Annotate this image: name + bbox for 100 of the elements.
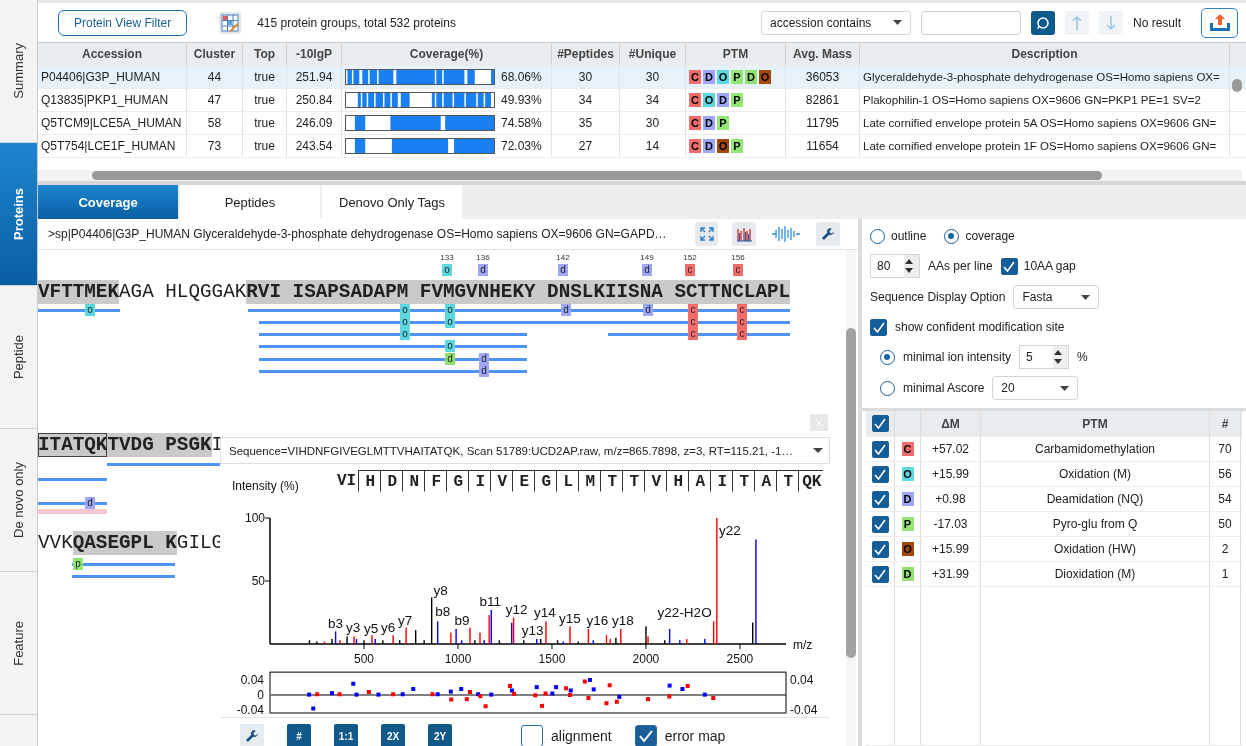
ion-label: y13 xyxy=(521,622,544,638)
column-header[interactable]: -10lgP xyxy=(287,43,342,65)
spectrum-icon[interactable] xyxy=(732,222,757,246)
checkbox[interactable] xyxy=(634,725,657,746)
modification-tag: c xyxy=(688,304,698,316)
radio-button[interactable] xyxy=(880,380,895,396)
checkbox[interactable] xyxy=(871,490,889,508)
grid-edit-icon[interactable] xyxy=(219,11,242,34)
table-cell: 50 xyxy=(1218,517,1232,531)
checkbox[interactable] xyxy=(871,565,889,583)
column-header[interactable]: #Peptides xyxy=(552,43,620,65)
residue-letter: V xyxy=(644,470,667,492)
checkbox[interactable] xyxy=(871,515,889,533)
export-button[interactable] xyxy=(1201,7,1238,38)
intensity-spinner[interactable]: 5 xyxy=(1019,345,1070,369)
checkbox[interactable] xyxy=(870,318,887,336)
settings-icon[interactable] xyxy=(816,222,840,246)
column-header[interactable]: #Unique xyxy=(620,43,686,65)
zoom-tool-button[interactable]: 2X xyxy=(381,724,405,746)
settings-icon[interactable] xyxy=(240,724,264,746)
side-tab[interactable]: De novo only xyxy=(0,429,37,572)
ptm-tag: D xyxy=(901,567,914,581)
scrollbar[interactable] xyxy=(846,250,856,746)
column-header[interactable]: ΔM xyxy=(921,411,981,436)
column-header[interactable]: Cluster xyxy=(187,43,243,65)
radio-button[interactable] xyxy=(880,349,895,365)
protein-row[interactable]: Q5TCM9|LCE5A_HUMAN 58 true 246.09 74.58% 35 30 C D P 11795 Late cornified envelope protein 5A OS=Homo sapiens OX=9606 GN= xyxy=(38,112,1246,135)
checkbox[interactable] xyxy=(1000,257,1018,275)
residue-letter: VI xyxy=(336,471,358,492)
ion-label: b9 xyxy=(454,612,470,628)
table-cell: Q5TCM9|LCE5A_HUMAN xyxy=(41,116,182,130)
zoom-tool-button[interactable]: # xyxy=(287,724,311,746)
zoom-tool-button[interactable]: 1:1 xyxy=(334,724,358,746)
column-header[interactable]: Accession xyxy=(38,43,187,65)
aas-per-line-spinner[interactable]: 80 xyxy=(870,254,920,278)
protein-row[interactable]: Q13835|PKP1_HUMAN 47 true 250.84 49.93% 34 34 C O D P 82861 Plakophilin-1 OS=Homo sapiens OX=9606 GN=PKP1 PE=1 SV=2 xyxy=(38,89,1246,112)
view-tab[interactable]: Denovo Only Tags xyxy=(322,185,462,219)
protein-row[interactable]: P04406|G3P_HUMAN 44 true 251.94 68.06% 30 30 C D O P D O 36053 Glyceraldehyde-3-phosphate dehydrogenase OS=Homo sapiens OX= xyxy=(38,66,1246,89)
column-header[interactable]: Avg. Mass xyxy=(786,43,860,65)
modification-tag: c xyxy=(685,264,695,276)
column-header[interactable]: # xyxy=(1210,411,1241,436)
sequence-text: QASEGPL K xyxy=(72,531,177,555)
expand-icon[interactable] xyxy=(694,222,719,246)
protein-row[interactable]: Q5T754|LCE1F_HUMAN 73 true 243.54 72.03% 27 14 C D O P 11654 Late cornified envelope protein 1F OS=Homo sapiens OX=9606 GN= xyxy=(38,135,1246,158)
ptm-tag: P xyxy=(731,139,743,153)
ion-label: y15 xyxy=(559,611,581,627)
modification-tag: d xyxy=(479,365,489,377)
side-tab[interactable]: Peptide xyxy=(0,286,37,429)
search-field[interactable] xyxy=(920,10,1021,35)
table-cell: Late cornified envelope protein 5A OS=Homo sapiens OX=9606 GN= xyxy=(863,117,1217,129)
column-header[interactable]: Description xyxy=(860,43,1230,65)
table-cell: 74.58% xyxy=(501,116,542,130)
checkbox[interactable] xyxy=(521,725,543,746)
table-cell: 34 xyxy=(578,93,593,107)
table-cell: +31.99 xyxy=(931,567,969,581)
radio-label: minimal Ascore xyxy=(903,381,985,395)
ptm-tag: D xyxy=(745,70,757,84)
axis-title: m/z xyxy=(793,638,813,652)
residue-letter: L xyxy=(556,470,579,492)
checkbox[interactable] xyxy=(871,465,889,483)
radio-button[interactable] xyxy=(944,228,960,244)
site-position-label: 142 xyxy=(555,253,571,262)
residue-letter: T xyxy=(622,470,645,492)
ion-label: y16 xyxy=(586,612,609,628)
peptide-bar[interactable] xyxy=(38,309,120,312)
column-header[interactable]: PTM xyxy=(981,411,1210,436)
checkbox[interactable] xyxy=(871,540,889,558)
side-tab[interactable]: Proteins xyxy=(0,143,37,286)
table-cell: 30 xyxy=(645,70,660,84)
modification-tag: d xyxy=(642,264,652,276)
search-mode-dropdown[interactable]: accession contains xyxy=(760,10,911,35)
modification-tag: o xyxy=(400,316,410,328)
column-header[interactable]: Top xyxy=(243,43,287,65)
checkbox[interactable] xyxy=(871,440,889,458)
protein-view-filter-button[interactable]: Protein View Filter xyxy=(58,9,188,36)
column-header[interactable]: PTM xyxy=(686,43,786,65)
view-tab[interactable]: Peptides xyxy=(180,185,320,219)
radio-button[interactable] xyxy=(870,228,885,244)
scrollbar[interactable] xyxy=(38,170,1242,181)
view-tab[interactable]: Coverage xyxy=(38,185,178,219)
ptm-tag: D xyxy=(901,492,914,506)
arrow-up-icon xyxy=(1071,15,1082,30)
side-tab[interactable]: Feature xyxy=(0,572,37,715)
residue-letter: G xyxy=(534,470,557,492)
modification-tag: c xyxy=(688,328,698,340)
sequence-display-dropdown[interactable]: Fasta xyxy=(1013,285,1100,309)
ptm-tag: P xyxy=(901,517,914,531)
sequence-text: VVK xyxy=(38,531,73,555)
select-all-checkbox[interactable] xyxy=(871,415,889,432)
search-status-text: No result xyxy=(1132,15,1181,30)
table-cell: 82861 xyxy=(805,93,840,107)
axis-tick-label: -0.04 xyxy=(236,703,264,717)
modification-tag: o xyxy=(445,316,455,328)
psm-dropdown[interactable]: Sequence=VIHDNFGIVEGLMTTVHAITATQK, Scan 51789:UCD2AP.raw, m/z=865.7898, z=3, RT=115.21, -1… xyxy=(220,437,830,464)
upload-tray-icon xyxy=(1208,12,1231,33)
ascore-dropdown[interactable]: 20 xyxy=(992,376,1079,400)
zoom-tool-button[interactable]: 2Y xyxy=(428,724,452,746)
column-header[interactable]: Coverage(%) xyxy=(342,43,552,65)
table-cell: 56 xyxy=(1218,467,1232,481)
search-button[interactable] xyxy=(1030,10,1055,35)
